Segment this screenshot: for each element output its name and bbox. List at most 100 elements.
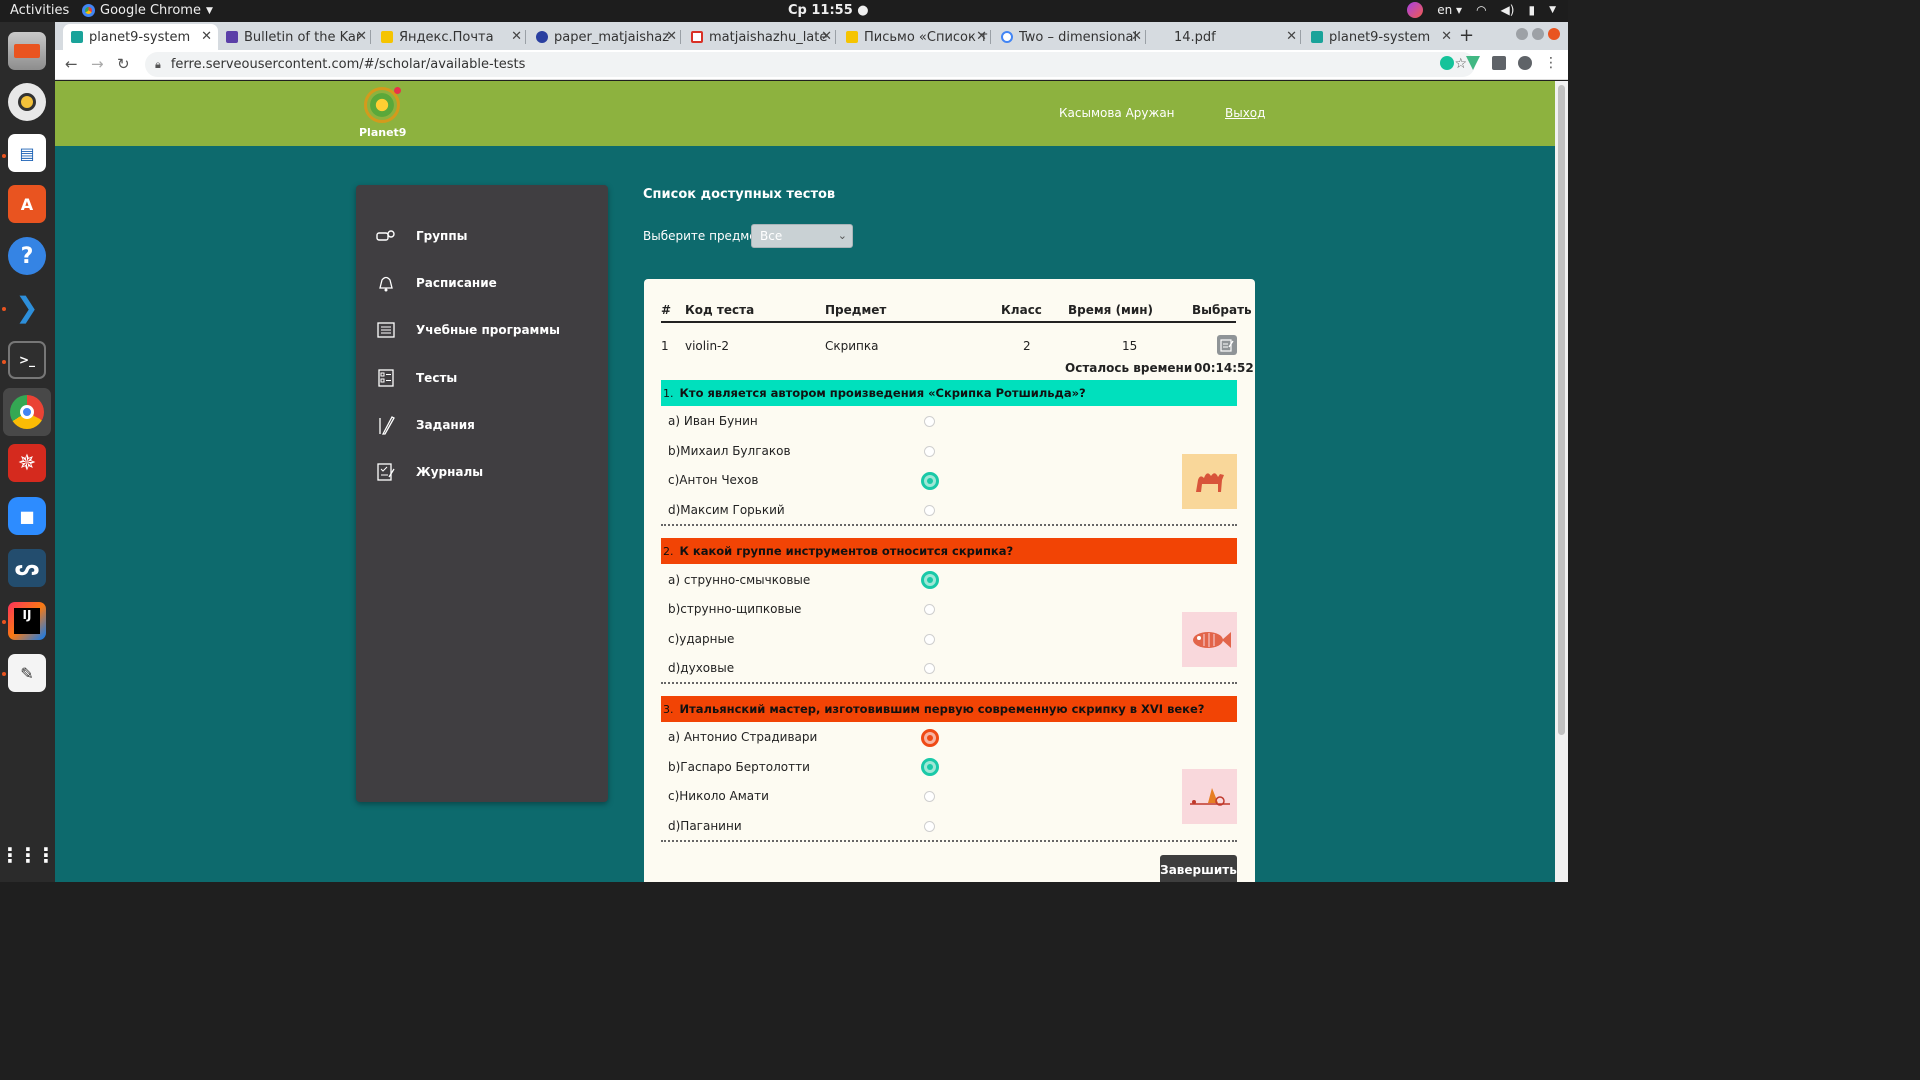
finish-button[interactable]: Завершить — [1160, 855, 1237, 882]
tab-close-icon[interactable]: ✕ — [666, 29, 677, 44]
tab-close-icon[interactable]: ✕ — [511, 29, 522, 44]
subject-filter-select[interactable]: Все ⌄ — [751, 224, 853, 248]
launcher-dock: ▤ A ? ❯ >_ ✵ ■ ᔕ IJ ✎ ⋮⋮⋮ — [0, 22, 56, 882]
journal-icon — [376, 463, 396, 481]
answer-radio-selected[interactable] — [921, 571, 939, 589]
answer-radio-wrong[interactable] — [921, 729, 939, 747]
intellij-icon[interactable]: IJ — [8, 602, 46, 640]
logout-link[interactable]: Выход — [1225, 106, 1265, 120]
tab-bulletin[interactable]: Bulletin of the Kar ✕ — [218, 24, 373, 50]
tab-close-icon[interactable]: ✕ — [976, 29, 987, 44]
tab-yandex-mail[interactable]: Яндекс.Почта ✕ — [373, 24, 528, 50]
profile-avatar-icon[interactable] — [1518, 56, 1532, 70]
cell-subject: Скрипка — [825, 339, 879, 353]
chrome-dock-icon[interactable] — [3, 388, 51, 436]
sidebar-item-journals[interactable]: Журналы — [376, 463, 483, 481]
zoom-icon[interactable]: ■ — [8, 497, 46, 535]
tab-close-icon[interactable]: ✕ — [201, 29, 212, 44]
maximize-icon[interactable] — [1532, 28, 1544, 40]
blank-favicon-icon — [1156, 31, 1168, 43]
mail-favicon-icon — [381, 31, 393, 43]
sidebar-item-curriculum[interactable]: Учебные программы — [376, 321, 560, 339]
tab-14-pdf[interactable]: 14.pdf ✕ — [1148, 24, 1303, 50]
mysql-workbench-icon[interactable]: ᔕ — [8, 549, 46, 587]
new-tab-icon[interactable]: + — [1459, 25, 1474, 46]
sidebar-item-tests[interactable]: Тесты — [376, 369, 457, 387]
overleaf-favicon-icon — [536, 31, 548, 43]
help-icon[interactable]: ? — [8, 237, 46, 275]
reload-icon[interactable]: ↻ — [117, 55, 130, 73]
terminal-icon[interactable]: >_ — [8, 341, 46, 379]
tab-pdf[interactable]: matjaishazhu_late ✕ — [683, 24, 838, 50]
tab-planet9-system-2[interactable]: planet9-system ✕ — [1303, 24, 1458, 50]
app-menu[interactable]: Google Chrome ▼ — [82, 3, 213, 18]
puzzle-extensions-icon[interactable] — [1492, 56, 1506, 70]
vscode-icon[interactable]: ❯ — [8, 288, 46, 326]
show-applications-icon[interactable]: ⋮⋮⋮ — [0, 836, 56, 874]
site-logo[interactable]: Planet9 — [359, 87, 406, 139]
answer-radio[interactable] — [924, 416, 935, 427]
sidebar-item-assignments[interactable]: Задания — [376, 416, 475, 435]
sidebar-item-label: Журналы — [416, 465, 484, 479]
system-tray[interactable]: en ▾ ◠ ◀) ▮ ▼ — [1407, 2, 1556, 18]
answer-radio-selected[interactable] — [921, 472, 939, 490]
cell-grade: 2 — [1023, 339, 1031, 353]
rhythmbox-icon[interactable] — [8, 83, 46, 121]
answer-radio[interactable] — [924, 634, 935, 645]
time-left-label: Осталось времени — [1065, 361, 1193, 375]
tab-paper[interactable]: paper_matjaishaz ✕ — [528, 24, 683, 50]
forward-arrow-icon[interactable]: → — [91, 55, 104, 73]
answer-option: a) струнно-смычковые — [668, 573, 811, 587]
tab-close-icon[interactable]: ✕ — [1441, 29, 1452, 44]
close-window-icon[interactable] — [1548, 28, 1560, 40]
text-editor-icon[interactable]: ✎ — [8, 654, 46, 692]
col-header-num: # — [661, 303, 672, 317]
sidebar-item-groups[interactable]: Группы — [376, 227, 468, 245]
firefox-update-icon — [1407, 2, 1424, 18]
answer-radio[interactable] — [924, 505, 935, 516]
minimize-icon[interactable] — [1516, 28, 1528, 40]
back-arrow-icon[interactable]: ← — [65, 55, 78, 73]
chevron-down-icon: ⌄ — [837, 229, 847, 242]
scrollbar-thumb[interactable] — [1558, 85, 1565, 735]
lock-icon: 🔒︎ — [155, 57, 161, 71]
answer-radio-selected[interactable] — [921, 758, 939, 776]
clock[interactable]: Ср 11:55 ● — [788, 3, 869, 18]
system-top-bar: Activities Google Chrome ▼ Ср 11:55 ● en… — [0, 0, 1568, 22]
tab-close-icon[interactable]: ✕ — [821, 29, 832, 44]
answer-radio[interactable] — [924, 446, 935, 457]
vue-devtools-icon[interactable] — [1466, 56, 1480, 70]
answer-radio[interactable] — [924, 604, 935, 615]
wolfram-icon[interactable]: ✵ — [8, 444, 46, 482]
address-bar[interactable]: 🔒︎ ferre.serveousercontent.com/#/scholar… — [145, 52, 1475, 77]
tab-close-icon[interactable]: ✕ — [1286, 29, 1297, 44]
select-test-button[interactable] — [1217, 335, 1237, 355]
subject-filter-value: Все — [760, 229, 783, 243]
answer-radio[interactable] — [924, 791, 935, 802]
writer-icon[interactable]: ▤ — [8, 134, 46, 172]
page-scrollbar[interactable] — [1555, 81, 1568, 882]
edit-icon — [1220, 339, 1234, 352]
tab-close-icon[interactable]: ✕ — [1131, 29, 1142, 44]
tab-letter[interactable]: Письмо «Список т ✕ — [838, 24, 993, 50]
activities-button[interactable]: Activities — [10, 3, 69, 18]
answer-radio[interactable] — [924, 821, 935, 832]
sidebar-item-label: Расписание — [416, 276, 497, 290]
google-favicon-icon — [1001, 31, 1013, 43]
language-indicator[interactable]: en ▾ — [1437, 3, 1462, 17]
tab-planet9-system[interactable]: planet9-system ✕ — [63, 24, 218, 50]
answer-option: b)струнно-щипковые — [668, 602, 802, 616]
answer-radio[interactable] — [924, 663, 935, 674]
grammarly-icon[interactable] — [1440, 56, 1454, 70]
software-center-icon[interactable]: A — [8, 185, 46, 223]
tab-close-icon[interactable]: ✕ — [356, 29, 367, 44]
bulletin-favicon-icon — [226, 31, 238, 43]
question-divider — [661, 840, 1237, 842]
question-number: 1. — [663, 386, 674, 400]
files-icon[interactable] — [8, 32, 46, 70]
pencil-icon — [376, 416, 396, 435]
sidebar-item-schedule[interactable]: Расписание — [376, 274, 497, 292]
tab-two-dimensional[interactable]: Two – dimensional ✕ — [993, 24, 1148, 50]
more-menu-icon[interactable]: ⋮ — [1544, 56, 1558, 70]
site-header: Planet9 Касымова Аружан Выход — [55, 81, 1555, 146]
